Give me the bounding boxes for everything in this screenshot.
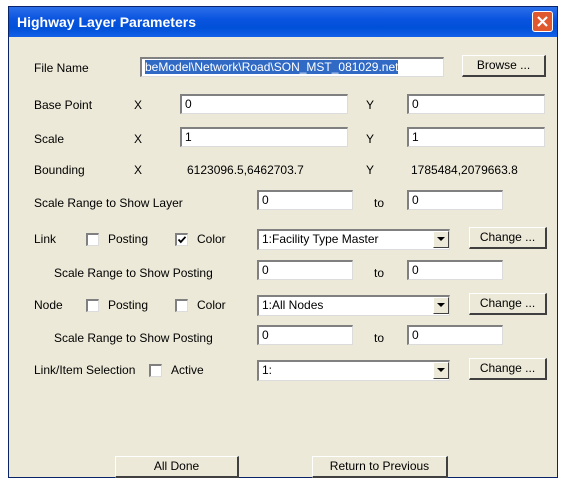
node-posting-range-label: Scale Range to Show Posting bbox=[54, 331, 213, 345]
close-button[interactable] bbox=[532, 11, 553, 32]
file-name-value: beModel\Network\Road\SON_MST_081029.net bbox=[145, 60, 399, 74]
link-posting-to-label: to bbox=[374, 266, 385, 280]
link-posting-label: Posting bbox=[108, 232, 149, 246]
node-posting-from-input[interactable]: 0 bbox=[257, 325, 353, 345]
link-posting-to-input[interactable]: 0 bbox=[407, 260, 503, 280]
selection-active-checkbox[interactable] bbox=[149, 364, 162, 377]
base-point-y-label: Y bbox=[366, 98, 375, 112]
node-change-button[interactable]: Change ... bbox=[469, 293, 547, 315]
selection-change-button[interactable]: Change ... bbox=[469, 358, 547, 380]
base-point-y-input[interactable]: 0 bbox=[407, 94, 545, 114]
layer-scale-to-label: to bbox=[374, 196, 385, 210]
dropdown-arrow[interactable] bbox=[433, 297, 449, 314]
scale-x-label: X bbox=[134, 132, 143, 146]
chevron-down-icon bbox=[437, 368, 445, 372]
link-color-checkbox[interactable] bbox=[175, 233, 188, 246]
base-point-x-input[interactable]: 0 bbox=[180, 94, 348, 114]
bounding-y-value: 1785484,2079663.8 bbox=[411, 163, 518, 177]
scale-y-label: Y bbox=[366, 132, 375, 146]
selection-select-value: 1: bbox=[262, 363, 273, 377]
layer-scale-from-input[interactable]: 0 bbox=[257, 190, 353, 210]
dialog-window: Highway Layer Parameters File Name beMod… bbox=[8, 6, 558, 478]
window-title: Highway Layer Parameters bbox=[17, 14, 196, 30]
link-item-selection-label: Link/Item Selection bbox=[34, 363, 136, 377]
file-name-input[interactable]: beModel\Network\Road\SON_MST_081029.net bbox=[140, 57, 444, 77]
link-color-label: Color bbox=[197, 232, 226, 246]
link-color-select[interactable]: 1:Facility Type Master bbox=[257, 229, 450, 250]
dropdown-arrow[interactable] bbox=[433, 362, 449, 379]
scale-y-input[interactable]: 1 bbox=[407, 127, 545, 147]
node-posting-checkbox[interactable] bbox=[86, 299, 99, 312]
bounding-x-label: X bbox=[134, 163, 143, 177]
title-bar[interactable]: Highway Layer Parameters bbox=[9, 7, 557, 37]
scale-label: Scale bbox=[34, 132, 65, 146]
scale-x-input[interactable]: 1 bbox=[180, 127, 348, 147]
chevron-down-icon bbox=[437, 237, 445, 241]
node-color-label: Color bbox=[197, 298, 226, 312]
chevron-down-icon bbox=[437, 303, 445, 307]
link-change-button[interactable]: Change ... bbox=[469, 227, 547, 249]
layer-scale-range-label: Scale Range to Show Layer bbox=[34, 196, 183, 210]
link-color-select-value: 1:Facility Type Master bbox=[262, 232, 379, 246]
browse-button[interactable]: Browse ... bbox=[462, 55, 546, 77]
node-color-checkbox[interactable] bbox=[175, 299, 188, 312]
bounding-y-label: Y bbox=[366, 163, 375, 177]
selection-select[interactable]: 1: bbox=[257, 360, 450, 381]
link-label: Link bbox=[34, 232, 57, 246]
close-icon bbox=[537, 16, 548, 27]
node-color-select[interactable]: 1:All Nodes bbox=[257, 295, 450, 316]
file-name-label: File Name bbox=[34, 61, 89, 75]
node-posting-to-input[interactable]: 0 bbox=[407, 325, 503, 345]
node-color-select-value: 1:All Nodes bbox=[262, 298, 324, 312]
link-posting-range-label: Scale Range to Show Posting bbox=[54, 266, 213, 280]
node-posting-label: Posting bbox=[108, 298, 149, 312]
link-posting-from-input[interactable]: 0 bbox=[257, 260, 353, 280]
base-point-label: Base Point bbox=[34, 98, 93, 112]
base-point-x-label: X bbox=[134, 98, 143, 112]
dropdown-arrow[interactable] bbox=[433, 231, 449, 248]
all-done-button[interactable]: All Done bbox=[115, 456, 239, 478]
link-posting-checkbox[interactable] bbox=[86, 233, 99, 246]
layer-scale-to-input[interactable]: 0 bbox=[407, 190, 503, 210]
selection-active-label: Active bbox=[171, 363, 204, 377]
node-posting-to-label: to bbox=[374, 331, 385, 345]
return-to-previous-button[interactable]: Return to Previous bbox=[312, 456, 448, 478]
bounding-x-value: 6123096.5,6462703.7 bbox=[187, 163, 304, 177]
node-label: Node bbox=[34, 298, 63, 312]
checkmark-icon bbox=[177, 236, 187, 244]
bounding-label: Bounding bbox=[34, 163, 85, 177]
